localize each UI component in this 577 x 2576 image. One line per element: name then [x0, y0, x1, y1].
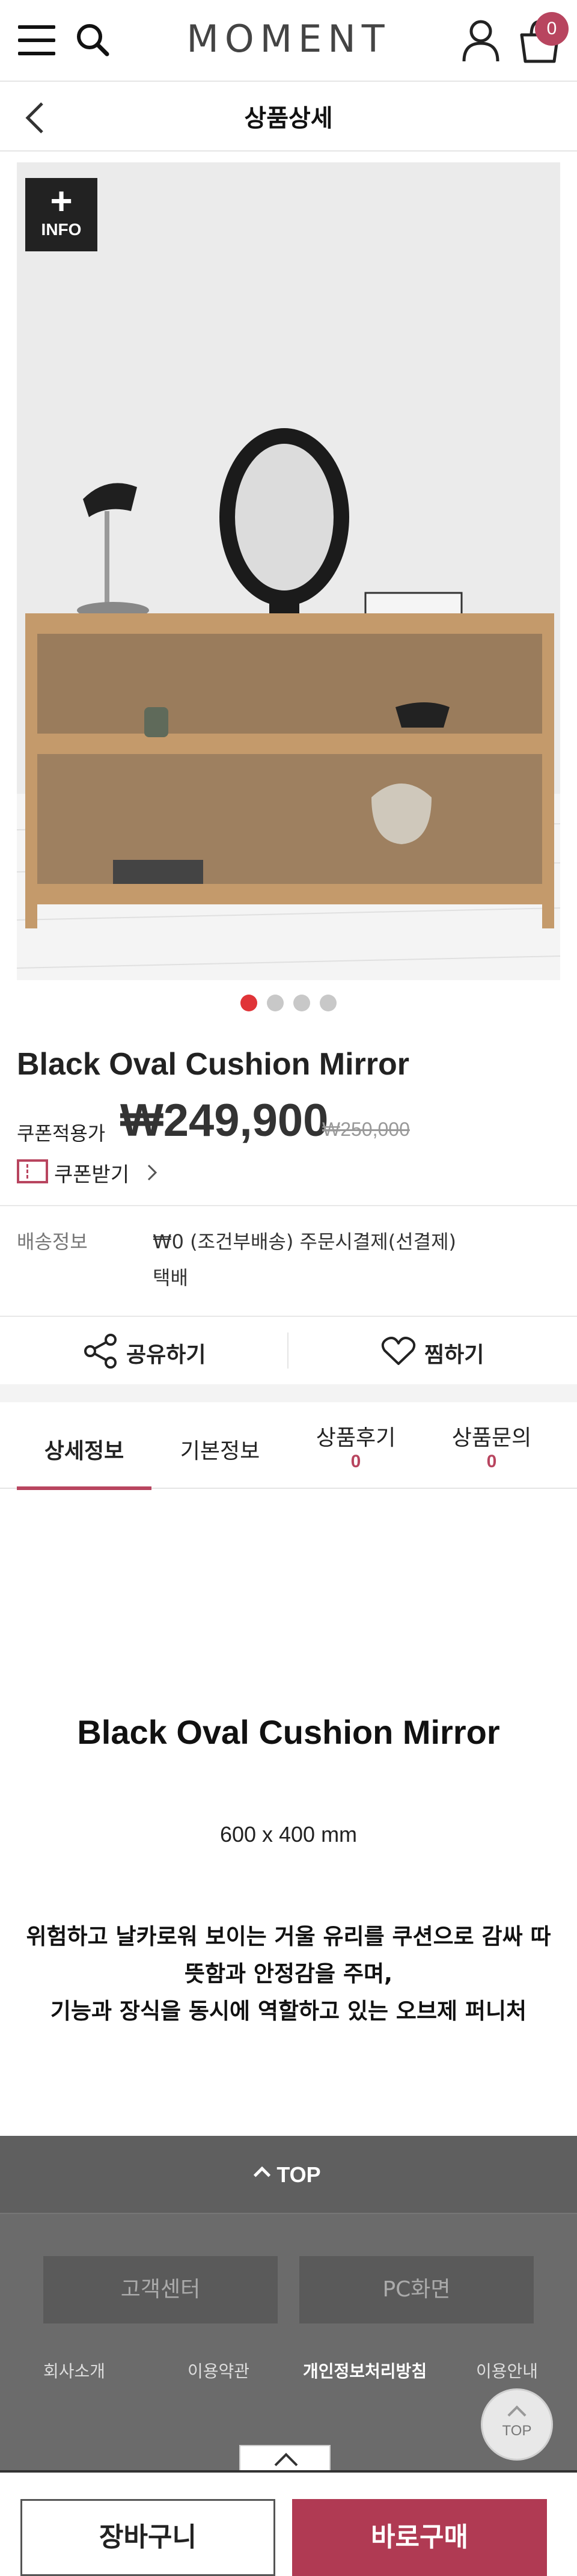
customer-center-button[interactable]: 고객센터	[43, 2256, 278, 2323]
price-row: 쿠폰적용가 ₩249,900 ₩250,000	[17, 1094, 558, 1148]
coupon-download-link[interactable]: 쿠폰받기	[17, 1156, 257, 1189]
page-title: 상품상세	[244, 105, 333, 132]
shipping-label: 배송정보	[17, 1230, 88, 1253]
bottom-sheet-handle[interactable]	[239, 2445, 331, 2473]
floating-top-button[interactable]: TOP	[481, 2388, 553, 2461]
coupon-price-label: 쿠폰적용가	[17, 1122, 106, 1145]
coupon-icon	[17, 1159, 48, 1183]
tab-qna[interactable]: 상품문의 0	[424, 1402, 559, 1489]
shipping-method: 택배	[153, 1266, 188, 1289]
top-header: MOMENT 0	[0, 0, 577, 82]
plus-icon: +	[50, 179, 73, 222]
heart-icon	[381, 1336, 416, 1366]
wishlist-label: 찜하기	[424, 1343, 484, 1367]
chevron-right-icon	[145, 1163, 159, 1182]
slide-indicator	[0, 995, 577, 1014]
description-line: 뜻함과 안정감을 주며,	[184, 1961, 393, 1987]
qna-count: 0	[486, 1452, 497, 1471]
wishlist-button[interactable]: 찜하기	[288, 1317, 577, 1384]
divider	[0, 1205, 577, 1206]
footer-link-terms[interactable]: 이용약관	[188, 2358, 249, 2382]
info-label: INFO	[41, 220, 82, 239]
chevron-up-icon	[507, 2405, 527, 2424]
slide-dot[interactable]	[240, 995, 257, 1011]
purchase-bar: 장바구니 바로구매	[0, 2470, 577, 2576]
sale-price: ₩249,900	[120, 1095, 329, 1146]
info-button[interactable]: + INFO	[25, 178, 97, 251]
slide-dot[interactable]	[293, 995, 310, 1011]
shipping-value: ₩0 (조건부배송) 주문시결제(선결제)	[153, 1230, 457, 1253]
tab-label: 상세정보	[44, 1439, 124, 1464]
share-button[interactable]: 공유하기	[0, 1317, 287, 1384]
product-image[interactable]	[17, 162, 560, 980]
original-price: ₩250,000	[322, 1118, 410, 1140]
detail-title: Black Oval Cushion Mirror	[77, 1713, 500, 1751]
top-label: TOP	[502, 2423, 532, 2439]
review-count: 0	[350, 1452, 361, 1471]
add-to-cart-button[interactable]: 장바구니	[20, 2499, 275, 2576]
footer-link-company[interactable]: 회사소개	[43, 2358, 105, 2382]
scroll-top-link[interactable]: TOP	[0, 2162, 577, 2188]
top-bar: TOP	[0, 2136, 577, 2214]
footer-link-guide[interactable]: 이용안내	[476, 2358, 538, 2382]
description-line: 기능과 장식을 동시에 역할하고 있는 오브제 퍼니처	[50, 1998, 527, 2024]
section-spacer	[0, 1384, 577, 1402]
detail-tabs: 상세정보 기본정보 상품후기 0 상품문의 0	[0, 1402, 577, 1490]
detail-size: 600 x 400 mm	[219, 1822, 358, 1847]
buy-now-button[interactable]: 바로구매	[292, 2499, 547, 2576]
footer-links: 회사소개 이용약관 개인정보처리방침 이용안내	[0, 2358, 577, 2388]
share-label: 공유하기	[126, 1343, 206, 1367]
account-icon[interactable]	[462, 19, 500, 63]
tab-reviews[interactable]: 상품후기 0	[288, 1402, 423, 1489]
tab-label: 상품문의	[451, 1426, 532, 1450]
pc-view-button[interactable]: PC화면	[299, 2256, 534, 2323]
description-line: 위험하고 날카로워 보이는 거울 유리를 쿠션으로 감싸 따	[26, 1924, 551, 1949]
chevron-up-icon	[274, 2453, 298, 2467]
footer-link-privacy[interactable]: 개인정보처리방침	[303, 2358, 427, 2382]
detail-description: 위험하고 날카로워 보이는 거울 유리를 쿠션으로 감싸 따 뜻함과 안정감을 …	[0, 1918, 577, 2030]
cart-count-badge: 0	[535, 12, 569, 46]
tab-basic-info[interactable]: 기본정보	[153, 1402, 287, 1489]
tab-detail-info[interactable]: 상세정보	[17, 1402, 151, 1490]
chevron-up-icon	[254, 2166, 271, 2184]
share-icon	[84, 1334, 118, 1369]
slide-dot[interactable]	[320, 995, 337, 1011]
slide-dot[interactable]	[267, 995, 284, 1011]
coupon-label: 쿠폰받기	[54, 1163, 130, 1187]
tab-label: 상품후기	[316, 1426, 396, 1450]
action-row: 공유하기 찜하기	[0, 1317, 577, 1384]
tab-label: 기본정보	[180, 1439, 260, 1464]
page-subheader: 상품상세	[0, 82, 577, 152]
product-name: Black Oval Cushion Mirror	[17, 1047, 410, 1082]
